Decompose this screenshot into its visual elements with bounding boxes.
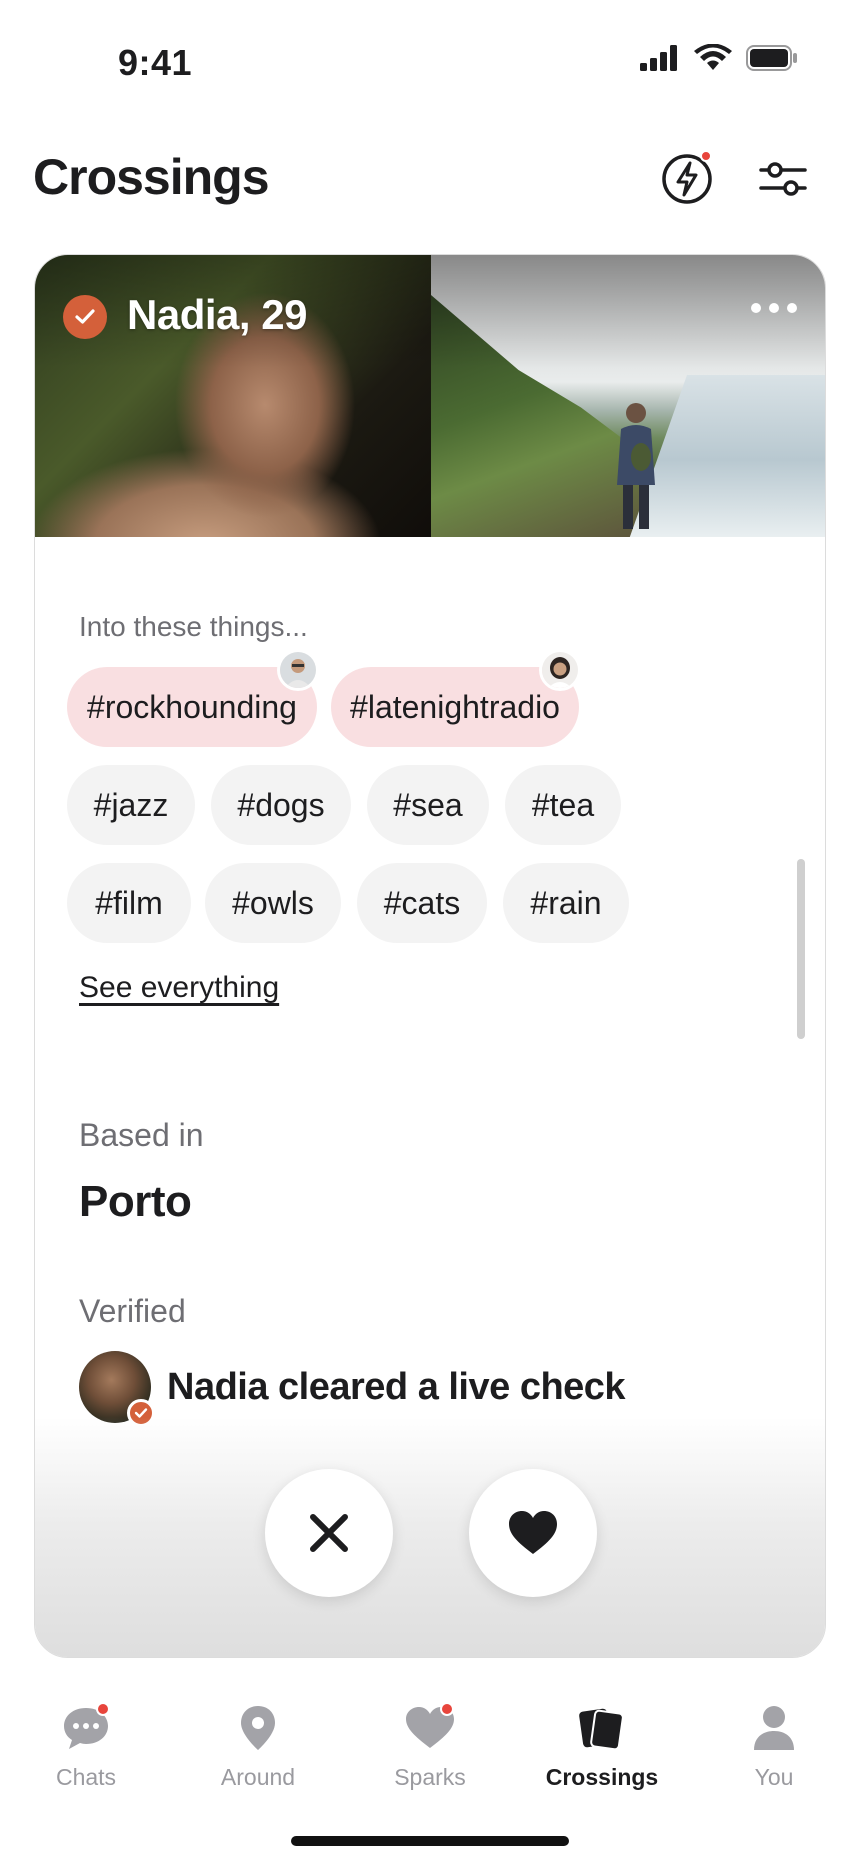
card-bottom-fade xyxy=(35,1417,825,1657)
chip-label: #tea xyxy=(531,786,595,823)
tab-label: You xyxy=(754,1764,794,1790)
interest-chip[interactable]: #cats xyxy=(357,863,487,943)
interest-chip[interactable]: #dogs xyxy=(211,765,351,845)
interest-chip[interactable]: #rain xyxy=(503,863,629,943)
profile-card[interactable]: Nadia, 29 Into these things... #rockhoun… xyxy=(34,254,826,1658)
chip-label: #film xyxy=(95,884,163,921)
heart-icon xyxy=(509,1511,557,1554)
chip-label: #owls xyxy=(232,884,314,921)
tab-label: Crossings xyxy=(545,1764,659,1790)
see-everything-link[interactable]: See everything xyxy=(79,971,279,1005)
verified-text: Nadia cleared a live check xyxy=(167,1365,626,1408)
more-options-button[interactable] xyxy=(751,303,797,313)
cellular-signal-icon xyxy=(640,45,677,71)
shared-interest-chip[interactable]: #rockhounding xyxy=(67,649,319,747)
location-pin-icon xyxy=(241,1706,275,1750)
verified-badge xyxy=(63,295,107,339)
interest-chip[interactable]: #tea xyxy=(505,765,621,845)
status-time: 9:41 xyxy=(118,42,193,83)
filters-button[interactable] xyxy=(754,150,812,208)
more-dot-icon xyxy=(787,303,797,313)
interest-chip[interactable]: #film xyxy=(67,863,191,943)
verified-avatar xyxy=(79,1351,155,1427)
close-icon xyxy=(310,1514,348,1552)
more-dot-icon xyxy=(751,303,761,313)
chats-notification-dot xyxy=(96,1702,110,1716)
tab-label: Sparks xyxy=(394,1764,466,1790)
like-button[interactable] xyxy=(469,1469,597,1597)
battery-icon xyxy=(746,45,797,71)
match-avatar xyxy=(539,649,581,691)
boost-button[interactable] xyxy=(658,150,716,208)
sparks-notification-dot xyxy=(440,1702,454,1716)
match-avatar xyxy=(277,649,319,691)
tab-sparks[interactable]: Sparks xyxy=(344,1684,516,1794)
chip-label: #cats xyxy=(383,884,461,921)
based-in-label: Based in xyxy=(79,1117,204,1153)
tab-you[interactable]: You xyxy=(688,1684,860,1794)
more-dot-icon xyxy=(769,303,779,313)
chip-label: #jazz xyxy=(93,786,169,823)
interests-label: Into these things... xyxy=(79,611,308,642)
tab-label: Around xyxy=(220,1764,296,1790)
page-title: Crossings xyxy=(33,149,270,205)
sliders-icon xyxy=(759,162,807,196)
pass-button[interactable] xyxy=(265,1469,393,1597)
tab-label: Chats xyxy=(55,1764,117,1790)
chip-label: #latenightradio xyxy=(350,688,560,725)
status-icons xyxy=(640,44,798,72)
man-avatar-icon xyxy=(280,652,316,688)
tab-chats[interactable]: Chats xyxy=(0,1684,172,1794)
tab-bar: Chats Around Sparks Crossings You xyxy=(0,1684,860,1794)
chip-label: #rain xyxy=(530,884,602,921)
interest-chip[interactable]: #jazz xyxy=(67,765,195,845)
checkmark-icon xyxy=(75,309,95,324)
wifi-icon xyxy=(694,44,732,70)
chip-label: #rockhounding xyxy=(87,688,297,725)
card-scrollbar[interactable] xyxy=(797,859,805,1039)
based-in-value: Porto xyxy=(79,1177,192,1226)
interest-chip[interactable]: #owls xyxy=(205,863,341,943)
person-icon xyxy=(754,1706,794,1750)
profile-photo-coastline[interactable] xyxy=(431,255,825,537)
shared-interest-chip[interactable]: #latenightradio xyxy=(331,649,581,747)
woman-avatar-icon xyxy=(542,652,578,688)
tab-crossings[interactable]: Crossings xyxy=(516,1684,688,1794)
home-indicator[interactable] xyxy=(291,1836,569,1846)
interest-chip[interactable]: #sea xyxy=(367,765,489,845)
status-bar: 9:41 xyxy=(0,0,860,110)
chip-label: #dogs xyxy=(237,786,325,823)
boost-notification-dot xyxy=(700,150,712,162)
chip-label: #sea xyxy=(393,786,463,823)
profile-name-age: Nadia, 29 xyxy=(127,291,307,338)
cards-icon xyxy=(579,1708,624,1751)
verified-row: Nadia cleared a live check xyxy=(79,1351,626,1427)
verified-label: Verified xyxy=(79,1293,186,1329)
tab-around[interactable]: Around xyxy=(172,1684,344,1794)
